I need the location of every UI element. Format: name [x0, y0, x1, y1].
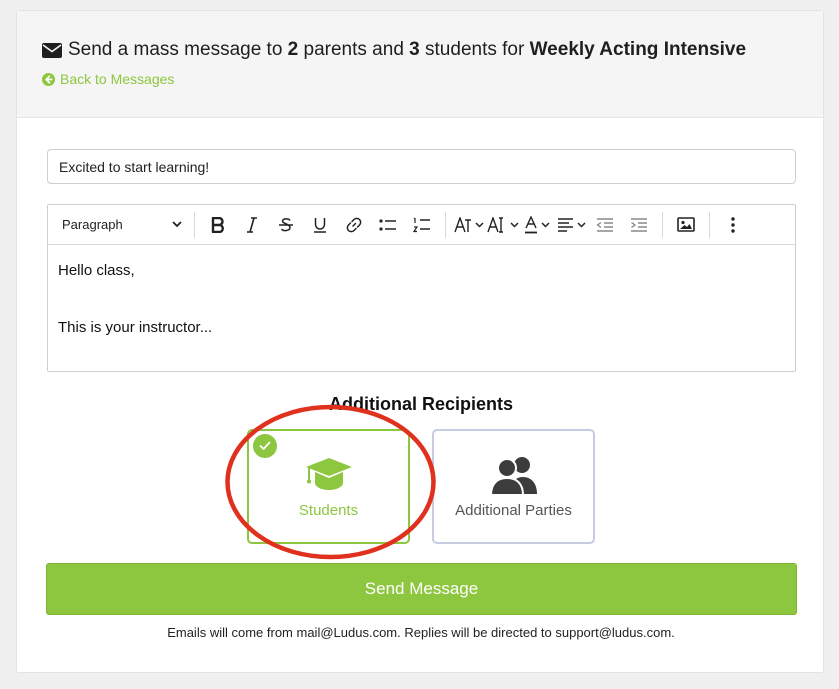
- underline-icon: [314, 217, 326, 233]
- users-icon: [489, 457, 537, 496]
- image-icon: [677, 217, 695, 232]
- bullet-list-button[interactable]: [371, 210, 405, 240]
- underline-button[interactable]: [303, 210, 337, 240]
- align-icon: [557, 217, 573, 232]
- text-color-icon: [525, 215, 537, 233]
- card-header: Send a mass message to 2 parents and 3 s…: [17, 11, 823, 118]
- title-prefix: Send a mass message to: [68, 39, 283, 60]
- body-line: This is your instructor...: [58, 319, 213, 336]
- additional-recipients-heading: Additional Recipients: [328, 394, 514, 414]
- chevron-down-icon: [576, 221, 586, 228]
- parents-word: parents and: [303, 39, 404, 60]
- bold-icon: [211, 216, 224, 233]
- envelope-icon: [42, 42, 62, 58]
- italic-icon: [247, 216, 257, 233]
- more-icon: [731, 216, 735, 233]
- chevron-down-icon: [510, 221, 519, 228]
- more-options-button[interactable]: [716, 210, 750, 240]
- font-family-icon: [454, 216, 471, 232]
- rich-text-editor: Paragraph Hello class, This is your inst…: [47, 204, 796, 372]
- bold-button[interactable]: [201, 210, 235, 240]
- block-format-select[interactable]: Paragraph: [54, 210, 188, 240]
- strikethrough-icon: [279, 217, 293, 231]
- align-button[interactable]: [554, 210, 588, 240]
- footer-note: Emails will come from mail@Ludus.com. Re…: [167, 625, 675, 640]
- graduation-cap-icon: [305, 458, 352, 490]
- parents-count: 2: [287, 39, 299, 60]
- recipient-option-label: Students: [298, 502, 359, 519]
- toolbar-divider: [194, 211, 195, 238]
- outdent-icon: [596, 217, 613, 232]
- arrow-circle-left-icon: [42, 72, 55, 86]
- editor-toolbar: Paragraph: [48, 205, 795, 245]
- recipient-option-students[interactable]: Students: [247, 429, 410, 544]
- chevron-down-icon: [172, 221, 182, 228]
- students-word: students for: [425, 39, 525, 60]
- numbered-list-button[interactable]: [405, 210, 439, 240]
- page-title: Send a mass message to 2 parents and 3 s…: [42, 38, 823, 62]
- text-color-button[interactable]: [520, 210, 554, 240]
- back-link-label: Back to Messages: [60, 71, 175, 87]
- strikethrough-button[interactable]: [269, 210, 303, 240]
- students-count: 3: [409, 39, 420, 60]
- back-to-messages-link[interactable]: Back to Messages: [42, 71, 174, 87]
- message-card: Send a mass message to 2 parents and 3 s…: [16, 10, 824, 673]
- chevron-down-icon: [475, 221, 484, 228]
- recipient-option-label: Additional Parties: [455, 502, 572, 519]
- indent-button[interactable]: [622, 210, 656, 240]
- body-line: Hello class,: [58, 262, 135, 279]
- numbered-list-icon: [413, 216, 430, 232]
- bullet-list-icon: [379, 218, 396, 231]
- insert-image-button[interactable]: [669, 210, 703, 240]
- subject-input[interactable]: [47, 149, 796, 184]
- font-size-icon: [487, 216, 503, 233]
- block-format-value: Paragraph: [62, 217, 123, 232]
- indent-icon: [631, 217, 647, 232]
- link-button[interactable]: [337, 210, 371, 240]
- class-name: Weekly Acting Intensive: [529, 39, 747, 60]
- toolbar-divider: [709, 211, 710, 238]
- check-icon: [253, 434, 277, 458]
- chevron-down-icon: [541, 221, 550, 228]
- recipient-option-additional-parties[interactable]: Additional Parties: [432, 429, 595, 544]
- link-icon: [346, 217, 362, 232]
- send-message-button[interactable]: Send Message: [46, 563, 797, 615]
- editor-content[interactable]: Hello class, This is your instructor...: [48, 245, 795, 353]
- outdent-button[interactable]: [588, 210, 622, 240]
- font-family-button[interactable]: [452, 210, 486, 240]
- italic-button[interactable]: [235, 210, 269, 240]
- toolbar-divider: [445, 211, 446, 238]
- font-size-button[interactable]: [486, 210, 520, 240]
- toolbar-divider: [662, 211, 663, 238]
